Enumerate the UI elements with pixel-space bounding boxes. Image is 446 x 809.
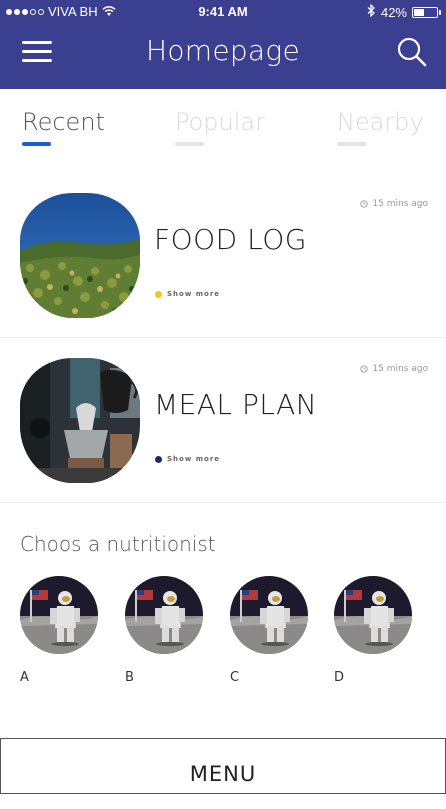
nutritionist-label: C [230, 670, 240, 685]
card-timestamp: 15 mins ago [360, 364, 428, 374]
nutritionist-a[interactable]: A [20, 576, 100, 685]
clock-icon [360, 365, 369, 373]
tab-label: Popular [175, 108, 265, 136]
forest-landscape-image [20, 193, 140, 318]
avatar [125, 576, 203, 654]
show-more-link[interactable]: Show more [155, 290, 220, 298]
meal-plan-card[interactable]: 15 mins ago MEAL PLAN Show more [0, 338, 446, 503]
yellow-dot-icon [155, 290, 162, 298]
battery-fill [414, 8, 425, 16]
tab-indicator [337, 142, 366, 146]
tab-label: Nearby [337, 108, 424, 136]
nav-bar: Homepage [0, 24, 446, 89]
search-icon[interactable] [396, 36, 428, 68]
card-image [20, 358, 140, 483]
tab-nearby[interactable]: Nearby [337, 108, 424, 146]
tab-recent[interactable]: Recent [22, 108, 105, 146]
tab-label: Recent [22, 108, 105, 136]
avatar [334, 576, 412, 654]
astronaut-photo [334, 576, 412, 654]
category-tabs: Recent Popular Nearby [0, 108, 446, 158]
nutritionist-d[interactable]: D [334, 576, 414, 685]
menu-button-label: MENU [189, 762, 257, 786]
status-right: 42% [367, 3, 441, 20]
show-more-link[interactable]: Show more [155, 455, 220, 463]
astronaut-photo [20, 576, 98, 654]
navy-dot-icon [155, 455, 162, 463]
nutritionist-label: D [334, 670, 345, 685]
section-title: Choos a nutritionist [20, 532, 216, 556]
tab-popular[interactable]: Popular [175, 108, 265, 146]
avatar [20, 576, 98, 654]
nutritionist-label: B [125, 670, 134, 685]
page-title: Homepage [145, 34, 301, 67]
battery-icon [412, 6, 441, 18]
tab-indicator [22, 142, 51, 146]
battery-percent: 42% [380, 4, 407, 20]
nutritionist-b[interactable]: B [125, 576, 205, 685]
nutritionist-c[interactable]: C [230, 576, 310, 685]
coffee-brewing-image [20, 358, 140, 483]
card-timestamp: 15 mins ago [360, 199, 428, 209]
card-title: MEAL PLAN [154, 388, 318, 421]
bluetooth-icon [367, 3, 376, 20]
astronaut-photo [125, 576, 203, 654]
card-image [20, 193, 140, 318]
status-bar: VIVA BH 9:41 AM 42% [0, 0, 446, 24]
astronaut-photo [230, 576, 308, 654]
timestamp-text: 15 mins ago [372, 364, 428, 374]
app-header: VIVA BH 9:41 AM 42% Homepage [0, 0, 446, 89]
food-log-card[interactable]: 15 mins ago FOOD LOG Show more [0, 173, 446, 338]
avatar [230, 576, 308, 654]
clock-icon [360, 200, 369, 208]
tab-indicator [175, 142, 204, 146]
card-title: FOOD LOG [154, 223, 307, 256]
nutritionist-label: A [20, 670, 29, 685]
menu-button[interactable]: MENU [0, 738, 446, 794]
show-more-text: Show more [167, 290, 221, 298]
show-more-text: Show more [167, 455, 221, 463]
timestamp-text: 15 mins ago [372, 199, 428, 209]
